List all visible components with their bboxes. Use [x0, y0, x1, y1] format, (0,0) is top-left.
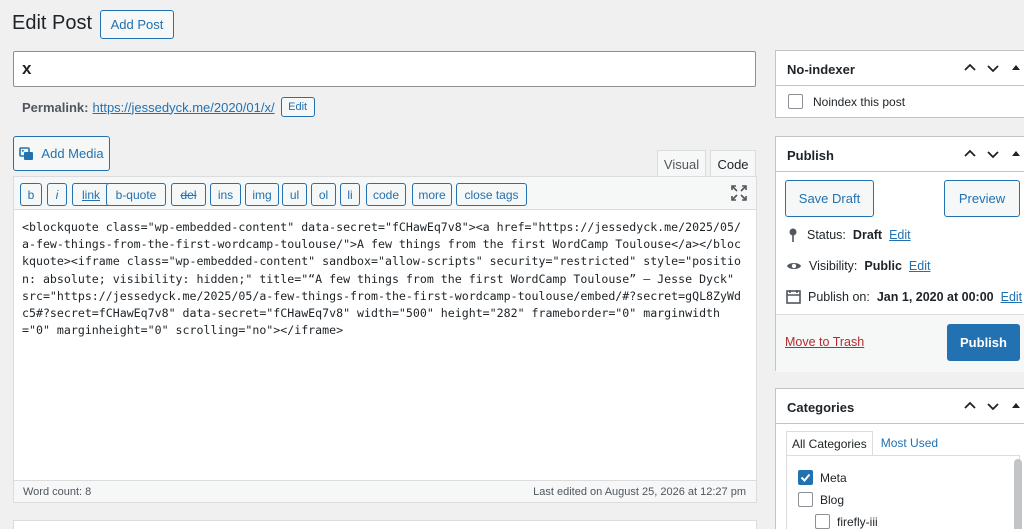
category-checkbox-meta[interactable] — [798, 470, 813, 485]
status-row: Status: Draft Edit — [786, 227, 911, 243]
publish-box: Publish Save Draft Preview Status: Draft… — [775, 136, 1024, 372]
chevron-up-icon[interactable] — [963, 61, 977, 75]
code-textarea[interactable]: <blockquote class="wp-embedded-content" … — [22, 219, 746, 339]
permalink-url[interactable]: https://jessedyck.me/2020/01/x/ — [92, 100, 274, 115]
publish-actions: Move to Trash Publish — [776, 314, 1024, 372]
category-tabs: All Categories Most Used — [786, 431, 946, 456]
page-title: Edit Post — [12, 12, 93, 34]
add-media-label: Add Media — [41, 146, 104, 161]
publish-title: Publish — [787, 148, 834, 163]
categories-box: Categories All Categories Most Used Meta… — [775, 388, 1024, 529]
category-checklist: Meta Blog firefly-iii — [786, 455, 1022, 529]
move-to-trash-link[interactable]: Move to Trash — [785, 335, 864, 349]
status-value: Draft — [852, 228, 883, 242]
category-scrollbar[interactable] — [1014, 459, 1022, 529]
noindexer-box: No-indexer Noindex this post — [775, 50, 1024, 118]
chevron-down-icon[interactable] — [986, 399, 1000, 413]
add-media-button[interactable]: Add Media — [13, 136, 110, 171]
category-label: firefly-iii — [837, 514, 878, 529]
publish-button[interactable]: Publish — [947, 324, 1020, 361]
noindexer-header: No-indexer — [776, 51, 1024, 86]
tab-code[interactable]: Code — [710, 150, 756, 177]
categories-header: Categories — [776, 389, 1024, 424]
code-editor: b i link b-quote del ins img ul ol li co… — [13, 176, 757, 503]
arrow-up-icon[interactable] — [1009, 399, 1023, 413]
visibility-edit-link[interactable]: Edit — [909, 259, 931, 273]
li-button[interactable]: li — [340, 183, 360, 206]
italic-button[interactable]: i — [47, 183, 67, 206]
visibility-value: Public — [864, 259, 902, 273]
chevron-down-icon[interactable] — [986, 147, 1000, 161]
status-edit-link[interactable]: Edit — [889, 228, 911, 242]
category-checkbox-blog[interactable] — [798, 492, 813, 507]
post-title-input[interactable]: x — [13, 51, 756, 87]
publish-on-label: Publish on: — [808, 289, 870, 304]
tab-most-used[interactable]: Most Used — [873, 431, 946, 455]
category-label: Blog — [820, 492, 845, 507]
publish-on-edit-link[interactable]: Edit — [1001, 290, 1023, 304]
publish-on-row: Publish on: Jan 1, 2020 at 00:00 Edit — [786, 289, 1022, 304]
category-checkbox-firefly[interactable] — [815, 514, 830, 529]
category-item-blog[interactable]: Blog — [798, 492, 844, 507]
chevron-down-icon[interactable] — [986, 61, 1000, 75]
noindex-label: Noindex this post — [813, 94, 906, 109]
editor-status-bar: Word count: 8 Last edited on August 25, … — [14, 480, 756, 502]
noindex-checkbox[interactable] — [788, 94, 803, 109]
noindex-row[interactable]: Noindex this post — [788, 94, 905, 109]
visibility-label: Visibility: — [809, 259, 858, 273]
chevron-up-icon[interactable] — [963, 147, 977, 161]
permalink-row: Permalink: https://jessedyck.me/2020/01/… — [22, 97, 315, 117]
category-item-firefly[interactable]: firefly-iii — [815, 514, 878, 529]
more-button[interactable]: more — [412, 183, 452, 206]
ol-button[interactable]: ol — [311, 183, 336, 206]
close-tags-button[interactable]: close tags — [456, 183, 527, 206]
publish-on-value: Jan 1, 2020 at 00:00 — [876, 289, 994, 304]
category-item-meta[interactable]: Meta — [798, 470, 847, 485]
pin-icon — [789, 228, 797, 242]
chevron-up-icon[interactable] — [963, 399, 977, 413]
word-count: Word count: 8 — [23, 486, 92, 498]
tab-all-categories[interactable]: All Categories — [786, 431, 873, 456]
ins-button[interactable]: ins — [210, 183, 241, 206]
calendar-icon — [786, 290, 801, 304]
checkmark-icon — [800, 473, 811, 482]
add-post-button[interactable]: Add Post — [100, 10, 174, 39]
del-button[interactable]: del — [171, 183, 206, 206]
permalink-edit-button[interactable]: Edit — [280, 97, 315, 117]
arrow-up-icon[interactable] — [1009, 61, 1023, 75]
blockquote-button[interactable]: b-quote — [106, 183, 166, 206]
categories-title: Categories — [787, 400, 855, 415]
permalink-label: Permalink: — [22, 99, 89, 115]
next-meta-box — [13, 520, 757, 529]
noindexer-title: No-indexer — [787, 62, 855, 77]
bold-button[interactable]: b — [20, 183, 42, 206]
tab-visual[interactable]: Visual — [657, 150, 706, 177]
arrow-up-icon[interactable] — [1009, 147, 1023, 161]
link-button[interactable]: link — [72, 183, 110, 206]
add-media-icon — [19, 146, 34, 160]
last-edited: Last edited on August 25, 2026 at 12:27 … — [533, 486, 746, 498]
ul-button[interactable]: ul — [282, 183, 307, 206]
quicktags-toolbar: b i link b-quote del ins img ul ol li co… — [14, 177, 756, 210]
save-draft-button[interactable]: Save Draft — [785, 180, 874, 217]
category-label: Meta — [820, 470, 847, 485]
preview-button[interactable]: Preview — [944, 180, 1020, 217]
fullscreen-icon[interactable] — [730, 184, 748, 202]
publish-header: Publish — [776, 137, 1024, 172]
code-button[interactable]: code — [366, 183, 406, 206]
status-label: Status: — [807, 228, 846, 242]
img-button[interactable]: img — [245, 183, 279, 206]
eye-icon — [787, 263, 801, 269]
visibility-row: Visibility: Public Edit — [786, 259, 930, 273]
